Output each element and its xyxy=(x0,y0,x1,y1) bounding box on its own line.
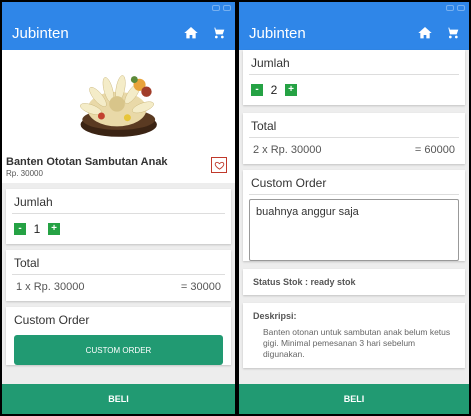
quantity-label: Jumlah xyxy=(14,195,53,209)
buy-button[interactable]: BELI xyxy=(2,384,235,414)
total-card: Total 1 x Rp. 30000 = 30000 xyxy=(6,250,231,301)
status-bar xyxy=(2,2,235,16)
custom-order-card: Custom Order CUSTOM ORDER xyxy=(6,307,231,365)
decrease-button[interactable]: - xyxy=(251,84,263,96)
quantity-card: Jumlah - 1 + xyxy=(6,189,231,244)
cart-icon[interactable] xyxy=(445,25,461,41)
stock-status: Status Stok : ready stok xyxy=(243,269,465,295)
custom-order-label: Custom Order xyxy=(251,176,327,190)
app-title: Jubinten xyxy=(249,24,306,42)
total-formula: 2 x Rp. 30000 xyxy=(253,144,322,156)
total-label: Total xyxy=(14,256,40,270)
screen-product-detail-scrolled: Jubinten Jumlah - 2 + Total 2 x Rp. 3000… xyxy=(239,2,469,414)
product-price: Rp. 30000 xyxy=(6,169,43,178)
app-title: Jubinten xyxy=(12,24,69,42)
custom-order-label: Custom Order xyxy=(14,313,90,327)
app-bar: Jubinten xyxy=(239,16,469,50)
quantity-value: 2 xyxy=(270,83,278,97)
increase-button[interactable]: + xyxy=(285,84,297,96)
favorite-button[interactable] xyxy=(211,157,227,173)
custom-order-card: Custom Order buahnya anggur saja xyxy=(243,170,465,261)
product-name: Banten Ototan Sambutan Anak xyxy=(6,156,168,168)
custom-order-button[interactable]: CUSTOM ORDER xyxy=(14,335,223,365)
description-card: Deskripsi: Banten otonan untuk sambutan … xyxy=(243,303,465,368)
product-info: Banten Ototan Sambutan Anak Rp. 30000 xyxy=(2,152,235,183)
quantity-card: Jumlah - 2 + xyxy=(243,50,465,105)
description-text: Banten otonan untuk sambutan anak belum … xyxy=(263,327,451,359)
total-card: Total 2 x Rp. 30000 = 60000 xyxy=(243,113,465,164)
quantity-stepper: - 1 + xyxy=(6,214,231,244)
total-label: Total xyxy=(251,119,277,133)
quantity-value: 1 xyxy=(33,222,41,236)
cart-icon[interactable] xyxy=(211,25,227,41)
buy-button[interactable]: BELI xyxy=(239,384,469,414)
description-title: Deskripsi: xyxy=(253,311,297,321)
quantity-stepper: - 2 + xyxy=(243,75,465,105)
home-icon[interactable] xyxy=(417,25,433,41)
screen-product-detail: Jubinten Banten Ototan Sambutan Anak Rp.… xyxy=(2,2,235,414)
product-image xyxy=(2,50,235,152)
quantity-label: Jumlah xyxy=(251,56,290,70)
total-value: = 60000 xyxy=(414,144,455,156)
total-value: = 30000 xyxy=(180,281,221,293)
home-icon[interactable] xyxy=(183,25,199,41)
heart-icon xyxy=(214,161,224,170)
increase-button[interactable]: + xyxy=(48,223,60,235)
decrease-button[interactable]: - xyxy=(14,223,26,235)
total-formula: 1 x Rp. 30000 xyxy=(16,281,85,293)
custom-order-input[interactable]: buahnya anggur saja xyxy=(249,199,459,261)
app-bar: Jubinten xyxy=(2,16,235,50)
status-bar xyxy=(239,2,469,16)
